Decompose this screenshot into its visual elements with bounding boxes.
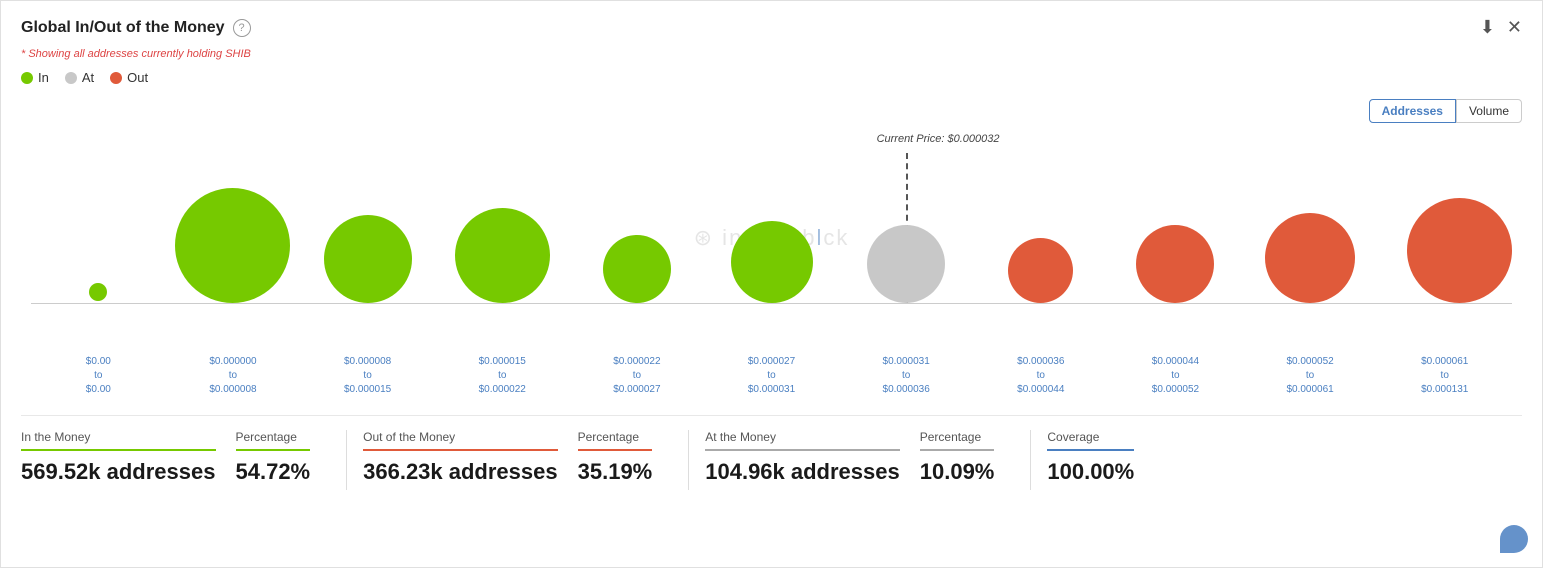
legend-dot-at <box>65 72 77 84</box>
stats-row: In the Money 569.52k addresses Percentag… <box>21 415 1522 490</box>
x-label-2: $0.000008to$0.000015 <box>300 355 435 397</box>
bubble-col-6 <box>839 153 974 303</box>
stat-value-at-pct: 10.09% <box>920 459 995 485</box>
divider-2 <box>688 430 689 490</box>
stat-underline-in <box>21 449 216 451</box>
stat-value-out: 366.23k addresses <box>363 459 558 485</box>
x-label-4: $0.000022to$0.000027 <box>570 355 705 397</box>
x-label-1: $0.000000to$0.000008 <box>166 355 301 397</box>
close-button[interactable]: ✕ <box>1507 17 1522 38</box>
tab-volume[interactable]: Volume <box>1456 99 1522 123</box>
stat-value-coverage: 100.00% <box>1047 459 1134 485</box>
legend-at: At <box>65 70 94 85</box>
bubble-3 <box>455 208 550 303</box>
x-label-10: $0.000061to$0.000131 <box>1377 355 1512 397</box>
bubble-8 <box>1136 225 1214 303</box>
bubble-col-1 <box>166 153 301 303</box>
tab-row: Addresses Volume <box>21 99 1522 123</box>
bubble-5 <box>731 221 813 303</box>
bubbles-row <box>21 133 1522 303</box>
header: Global In/Out of the Money ? ⬇ ✕ <box>21 17 1522 38</box>
stat-underline-at <box>705 449 900 451</box>
stat-underline-coverage <box>1047 449 1134 451</box>
legend-out: Out <box>110 70 148 85</box>
stat-coverage: Coverage 100.00% <box>1047 430 1154 485</box>
stat-in-the-money: In the Money 569.52k addresses <box>21 430 236 485</box>
chart-area: Current Price: $0.000032 ⊛ intotheblck <box>21 133 1522 343</box>
x-label-9: $0.000052to$0.000061 <box>1243 355 1378 397</box>
subtitle: * Showing all addresses currently holdin… <box>21 48 1522 60</box>
x-label-6: $0.000031to$0.000036 <box>839 355 974 397</box>
widget-title: Global In/Out of the Money <box>21 19 225 37</box>
bubble-10 <box>1407 198 1512 303</box>
x-label-7: $0.000036to$0.000044 <box>973 355 1108 397</box>
header-left: Global In/Out of the Money ? <box>21 19 251 37</box>
stat-label-at-pct: Percentage <box>920 430 995 444</box>
stat-value-in: 569.52k addresses <box>21 459 216 485</box>
divider-3 <box>1030 430 1031 490</box>
widget-container: Global In/Out of the Money ? ⬇ ✕ * Showi… <box>0 0 1543 568</box>
stat-value-in-pct: 54.72% <box>236 459 311 485</box>
stat-value-out-pct: 35.19% <box>578 459 653 485</box>
stat-label-in-pct: Percentage <box>236 430 311 444</box>
stat-out-the-money: Out of the Money 366.23k addresses <box>363 430 578 485</box>
bubble-col-8 <box>1108 153 1243 303</box>
bubble-7 <box>1008 238 1073 303</box>
x-label-0: $0.00to$0.00 <box>31 355 166 397</box>
tab-addresses[interactable]: Addresses <box>1369 99 1456 123</box>
bubble-col-4 <box>570 153 705 303</box>
stat-label-out-pct: Percentage <box>578 430 653 444</box>
stat-label-at: At the Money <box>705 430 900 444</box>
stat-underline-in-pct <box>236 449 311 451</box>
stat-value-at: 104.96k addresses <box>705 459 900 485</box>
bubble-1 <box>175 188 290 303</box>
bubble-9 <box>1265 213 1355 303</box>
bubble-6 <box>867 225 945 303</box>
legend-dot-in <box>21 72 33 84</box>
download-button[interactable]: ⬇ <box>1480 17 1495 38</box>
stat-label-in: In the Money <box>21 430 216 444</box>
divider-1 <box>346 430 347 490</box>
stat-underline-out-pct <box>578 449 653 451</box>
bubble-col-9 <box>1243 153 1378 303</box>
bubble-col-7 <box>973 153 1108 303</box>
bubble-4 <box>603 235 671 303</box>
legend-in: In <box>21 70 49 85</box>
chart-baseline <box>31 303 1512 304</box>
stat-underline-out <box>363 449 558 451</box>
bubble-0 <box>89 283 107 301</box>
bubble-col-0 <box>31 153 166 303</box>
header-right: ⬇ ✕ <box>1480 17 1522 38</box>
stat-out-percentage: Percentage 35.19% <box>578 430 673 485</box>
help-icon[interactable]: ? <box>233 19 251 37</box>
legend-dot-out <box>110 72 122 84</box>
bubble-2 <box>324 215 412 303</box>
corner-icon <box>1500 525 1528 553</box>
legend-label-out: Out <box>127 70 148 85</box>
legend: In At Out <box>21 70 1522 85</box>
legend-label-in: In <box>38 70 49 85</box>
bubble-col-5 <box>704 153 839 303</box>
x-label-3: $0.000015to$0.000022 <box>435 355 570 397</box>
stat-underline-at-pct <box>920 449 995 451</box>
x-label-8: $0.000044to$0.000052 <box>1108 355 1243 397</box>
bubble-col-10 <box>1377 153 1512 303</box>
stat-in-percentage: Percentage 54.72% <box>236 430 331 485</box>
legend-label-at: At <box>82 70 94 85</box>
bubble-col-3 <box>435 153 570 303</box>
bubble-col-2 <box>300 153 435 303</box>
stat-at-the-money: At the Money 104.96k addresses <box>705 430 920 485</box>
x-label-5: $0.000027to$0.000031 <box>704 355 839 397</box>
stat-label-coverage: Coverage <box>1047 430 1134 444</box>
stat-label-out: Out of the Money <box>363 430 558 444</box>
x-axis: $0.00to$0.00 $0.000000to$0.000008 $0.000… <box>21 351 1522 397</box>
stat-at-percentage: Percentage 10.09% <box>920 430 1015 485</box>
